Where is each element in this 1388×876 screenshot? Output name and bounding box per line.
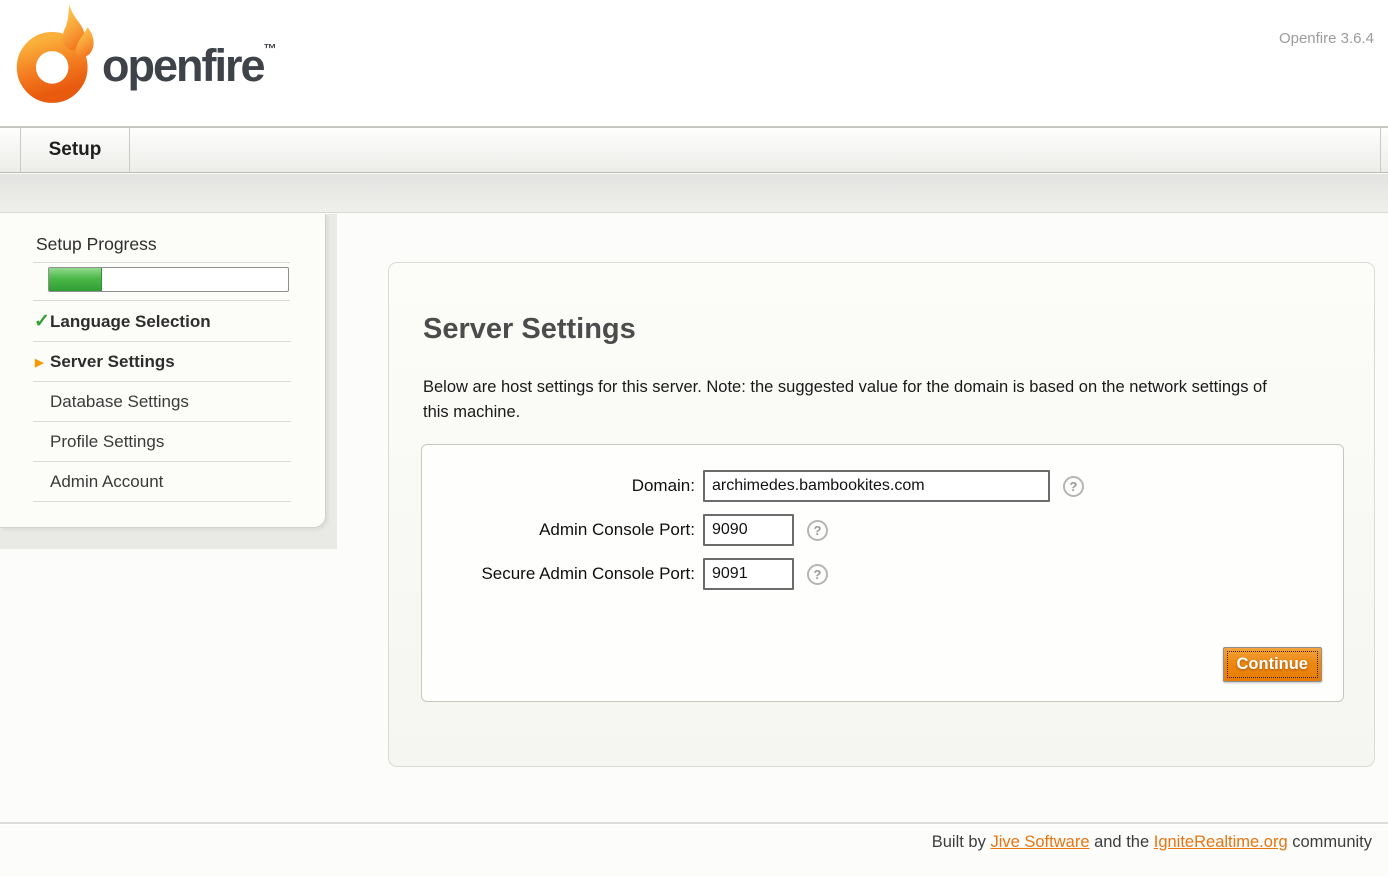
step-profile-settings: Profile Settings — [33, 422, 291, 462]
setup-progress-panel: Setup Progress ✓ Language Selection ▶ Se… — [0, 214, 326, 528]
step-label: Profile Settings — [50, 432, 164, 452]
openfire-logo-icon — [12, 4, 100, 106]
page-title: Server Settings — [423, 313, 636, 346]
igniterealtime-link[interactable]: IgniteRealtime.org — [1154, 833, 1288, 851]
sub-navigation-bar — [0, 174, 1388, 213]
admin-console-port-label: Admin Console Port: — [422, 520, 695, 540]
continue-button[interactable]: Continue — [1223, 647, 1323, 682]
tab-setup[interactable]: Setup — [21, 128, 129, 172]
tab-separator — [129, 128, 130, 172]
trademark-symbol: ™ — [264, 41, 277, 56]
logo-wordmark: openfire™ — [102, 40, 277, 92]
footer-text: Built by — [932, 833, 991, 851]
footer-divider — [0, 822, 1388, 824]
tab-bar: Setup — [0, 127, 1388, 173]
version-label: Openfire 3.6.4 — [1279, 30, 1374, 47]
server-settings-form: Domain: ? Admin Console Port: ? Secure A… — [421, 444, 1344, 702]
header: openfire™ Openfire 3.6.4 — [0, 0, 1388, 127]
step-label: Admin Account — [50, 472, 163, 492]
step-label: Language Selection — [50, 312, 211, 332]
setup-progress-bar — [48, 267, 289, 292]
divider — [33, 262, 290, 263]
step-database-settings: Database Settings — [33, 382, 291, 422]
domain-label: Domain: — [422, 476, 695, 496]
help-icon[interactable]: ? — [807, 564, 828, 585]
form-row-domain: Domain: ? — [422, 470, 1343, 502]
help-icon[interactable]: ? — [1063, 476, 1084, 497]
arrow-right-icon: ▶ — [35, 356, 43, 369]
page-description: Below are host settings for this server.… — [423, 375, 1281, 425]
tab-separator — [1380, 128, 1381, 172]
step-language-selection: ✓ Language Selection — [33, 302, 291, 342]
footer-text: community — [1288, 833, 1372, 851]
admin-console-port-input[interactable] — [703, 514, 794, 546]
openfire-setup-page: openfire™ Openfire 3.6.4 Setup Setup Pro… — [0, 0, 1388, 876]
footer-text: and the — [1090, 833, 1154, 851]
form-row-secure-port: Secure Admin Console Port: ? — [422, 558, 1343, 590]
help-icon[interactable]: ? — [807, 520, 828, 541]
setup-steps-list: ✓ Language Selection ▶ Server Settings D… — [33, 302, 291, 502]
secure-admin-console-port-label: Secure Admin Console Port: — [422, 564, 695, 584]
check-icon: ✓ — [34, 310, 50, 333]
step-label: Server Settings — [50, 352, 175, 372]
jive-software-link[interactable]: Jive Software — [990, 833, 1089, 851]
step-label: Database Settings — [50, 392, 189, 412]
step-admin-account: Admin Account — [33, 462, 291, 502]
secure-admin-console-port-input[interactable] — [703, 558, 794, 590]
divider — [33, 300, 290, 301]
form-row-admin-port: Admin Console Port: ? — [422, 514, 1343, 546]
domain-input[interactable] — [703, 470, 1050, 502]
main-content-panel: Server Settings Below are host settings … — [388, 262, 1375, 767]
footer-credits: Built by Jive Software and the IgniteRea… — [932, 833, 1372, 852]
setup-progress-title: Setup Progress — [36, 234, 157, 255]
setup-progress-fill — [49, 268, 102, 291]
step-server-settings: ▶ Server Settings — [33, 342, 291, 382]
